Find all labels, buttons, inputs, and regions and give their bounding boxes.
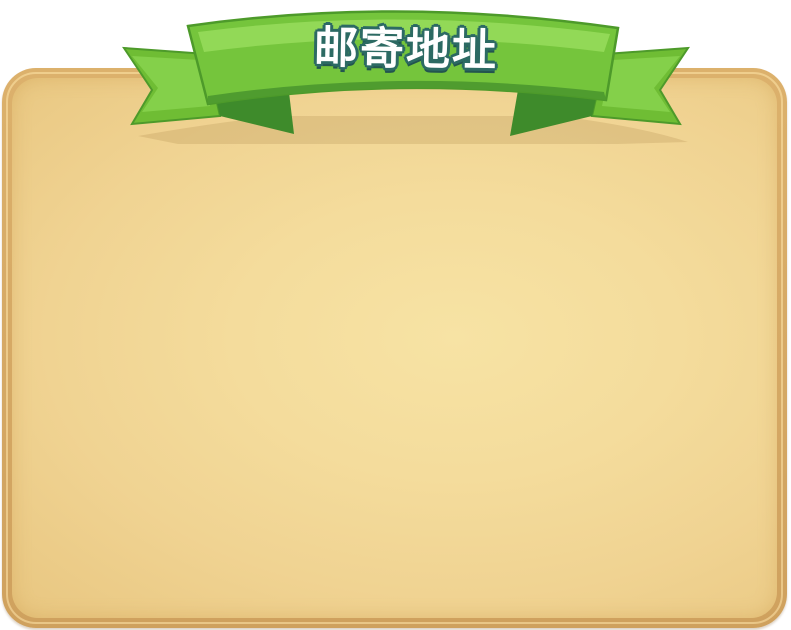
parchment-area (12, 78, 777, 618)
title-ribbon-banner: 邮寄地址 (118, 4, 694, 144)
address-panel (2, 68, 787, 628)
banner-title: 邮寄地址 (313, 22, 499, 77)
